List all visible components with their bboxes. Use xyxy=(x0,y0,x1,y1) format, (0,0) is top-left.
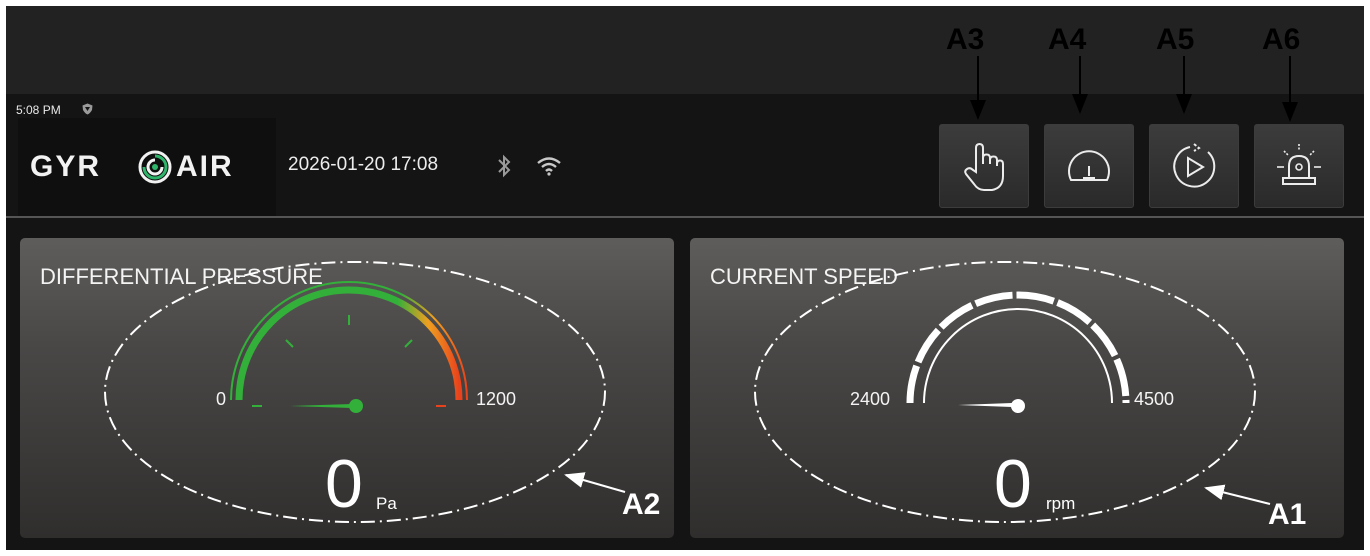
speed-gauge-arc xyxy=(906,291,1130,404)
speed-max: 4500 xyxy=(1134,389,1175,409)
pressure-gauge-outer-arc xyxy=(230,281,468,401)
alarm-beacon-icon xyxy=(1277,144,1321,185)
speed-gauge-inner-arc xyxy=(923,308,1113,404)
callout-a3: A3 xyxy=(946,23,985,56)
header-divider xyxy=(6,216,1364,218)
speed-gauge-needle xyxy=(958,403,1012,407)
swirl-logo-icon xyxy=(138,150,172,184)
pressure-gauge-needle xyxy=(290,404,352,408)
callout-a1: A1 xyxy=(1268,498,1307,531)
pressure-gauge-hub xyxy=(349,399,363,413)
gauge-button[interactable] xyxy=(1044,124,1134,208)
logo-text-gyr: GYR xyxy=(30,150,102,183)
speed-value: 0 xyxy=(994,446,1032,522)
device-screen: 5:08 PM GYR AIR 2026-01-20 17:08 DIFFERE… xyxy=(6,6,1364,550)
bluetooth-icon xyxy=(498,154,511,178)
wifi-icon xyxy=(537,157,561,176)
pressure-unit: Pa xyxy=(376,494,397,513)
play-button[interactable] xyxy=(1149,124,1239,208)
speed-unit: rpm xyxy=(1046,494,1076,513)
header-datetime: 2026-01-20 17:08 xyxy=(288,154,439,175)
play-circle-icon xyxy=(1173,143,1216,188)
callout-a6: A6 xyxy=(1262,23,1301,56)
callout-a2: A2 xyxy=(622,488,661,521)
callout-a5: A5 xyxy=(1156,23,1195,56)
speed-gauge-icon xyxy=(1068,150,1110,181)
pressure-min: 0 xyxy=(216,389,227,409)
pressure-max: 1200 xyxy=(476,389,517,409)
callout-a4: A4 xyxy=(1048,23,1087,56)
pressure-value: 0 xyxy=(325,446,363,522)
hand-pointer-icon xyxy=(964,142,1004,191)
pressure-panel: DIFFERENTIAL PRESSURE 0 1200 0 Pa xyxy=(20,238,674,538)
speed-panel: CURRENT SPEED 2400 4500 0 rpm xyxy=(690,238,1344,538)
pressure-gauge-arc xyxy=(235,286,463,401)
speed-gauge-hub xyxy=(1011,399,1025,413)
status-time: 5:08 PM xyxy=(16,103,61,117)
hand-button[interactable] xyxy=(939,124,1029,208)
logo-text-air: AIR xyxy=(176,150,234,183)
shield-icon xyxy=(82,103,93,115)
alarm-button[interactable] xyxy=(1254,124,1344,208)
pressure-gauge-ticks xyxy=(252,315,413,407)
speed-min: 2400 xyxy=(850,389,891,409)
